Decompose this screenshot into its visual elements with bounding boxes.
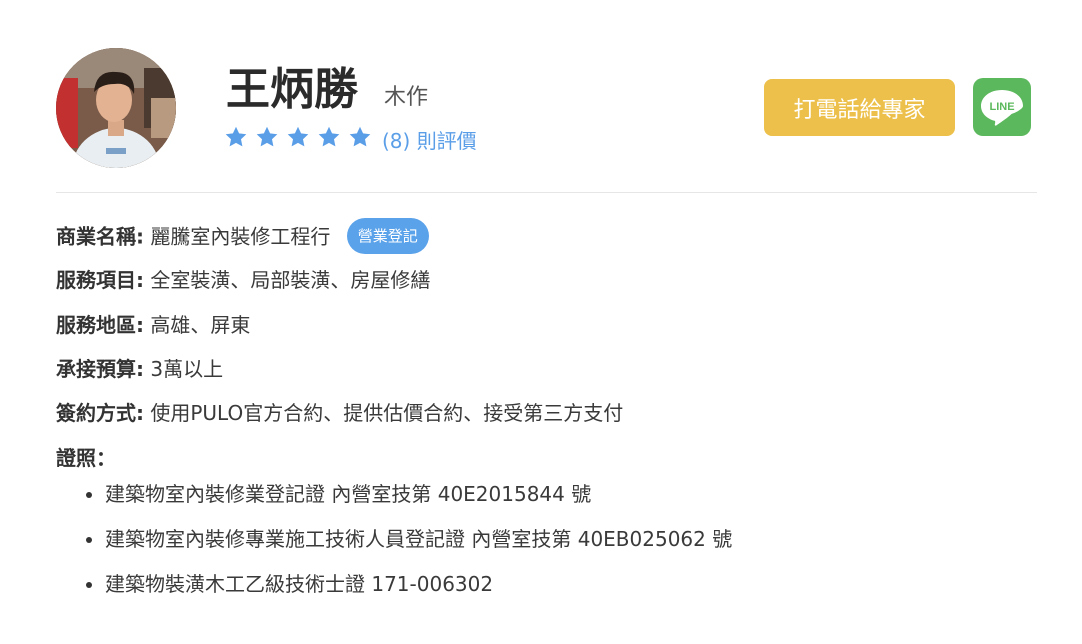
star-icon — [225, 126, 247, 147]
license-item: 建築物室內裝修業登記證 內營室技第 40E2015844 號 — [56, 480, 732, 525]
service-area-label: 服務地區: — [56, 313, 144, 337]
budget-row: 承接預算: 3萬以上 — [56, 355, 223, 383]
star-icon — [287, 126, 309, 147]
licenses-heading: 證照： — [56, 444, 116, 472]
license-item: 建築物裝潢木工乙級技術士證 171-006302 — [56, 570, 732, 615]
contract-label: 簽約方式: — [56, 401, 144, 425]
service-area-row: 服務地區: 高雄、屏東 — [56, 311, 250, 339]
star-rating — [224, 125, 379, 153]
business-registration-badge: 營業登記 — [346, 218, 429, 254]
star-icon — [349, 126, 371, 147]
contract-value: 使用PULO官方合約、提供估價合約、接受第三方支付 — [150, 401, 624, 425]
divider — [56, 192, 1037, 193]
star-icon — [318, 126, 340, 147]
avatar-photo — [56, 48, 176, 168]
budget-value: 3萬以上 — [150, 357, 224, 381]
services-label: 服務項目: — [56, 268, 144, 292]
avatar — [56, 48, 176, 168]
star-icon — [256, 126, 278, 147]
licenses-label: 證照： — [56, 446, 116, 470]
expert-name: 王炳勝 — [226, 64, 358, 115]
line-logo-text: LINE — [989, 101, 1014, 113]
license-item: 建築物室內裝修專業施工技術人員登記證 內營室技第 40EB025062 號 — [56, 525, 732, 570]
line-logo-icon: LINE — [981, 90, 1023, 126]
service-area-value: 高雄、屏東 — [150, 313, 251, 337]
business-name-label: 商業名稱: — [56, 224, 144, 249]
call-expert-button[interactable]: 打電話給專家 — [764, 79, 955, 136]
license-list: 建築物室內裝修業登記證 內營室技第 40E2015844 號 建築物室內裝修專業… — [56, 480, 732, 615]
trade-category: 木作 — [384, 85, 429, 110]
review-count-link[interactable]: (8) 則評價 — [382, 125, 477, 154]
business-name-value: 麗騰室內裝修工程行 — [150, 224, 331, 249]
business-name-row: 商業名稱: 麗騰室內裝修工程行 營業登記 — [56, 218, 429, 256]
line-button[interactable]: LINE — [973, 78, 1031, 136]
rating[interactable]: (8) 則評價 — [224, 124, 477, 154]
services-value: 全室裝潢、局部裝潢、房屋修繕 — [150, 268, 431, 292]
contract-row: 簽約方式: 使用PULO官方合約、提供估價合約、接受第三方支付 — [56, 399, 623, 427]
budget-label: 承接預算: — [56, 357, 144, 381]
services-row: 服務項目: 全室裝潢、局部裝潢、房屋修繕 — [56, 266, 430, 294]
